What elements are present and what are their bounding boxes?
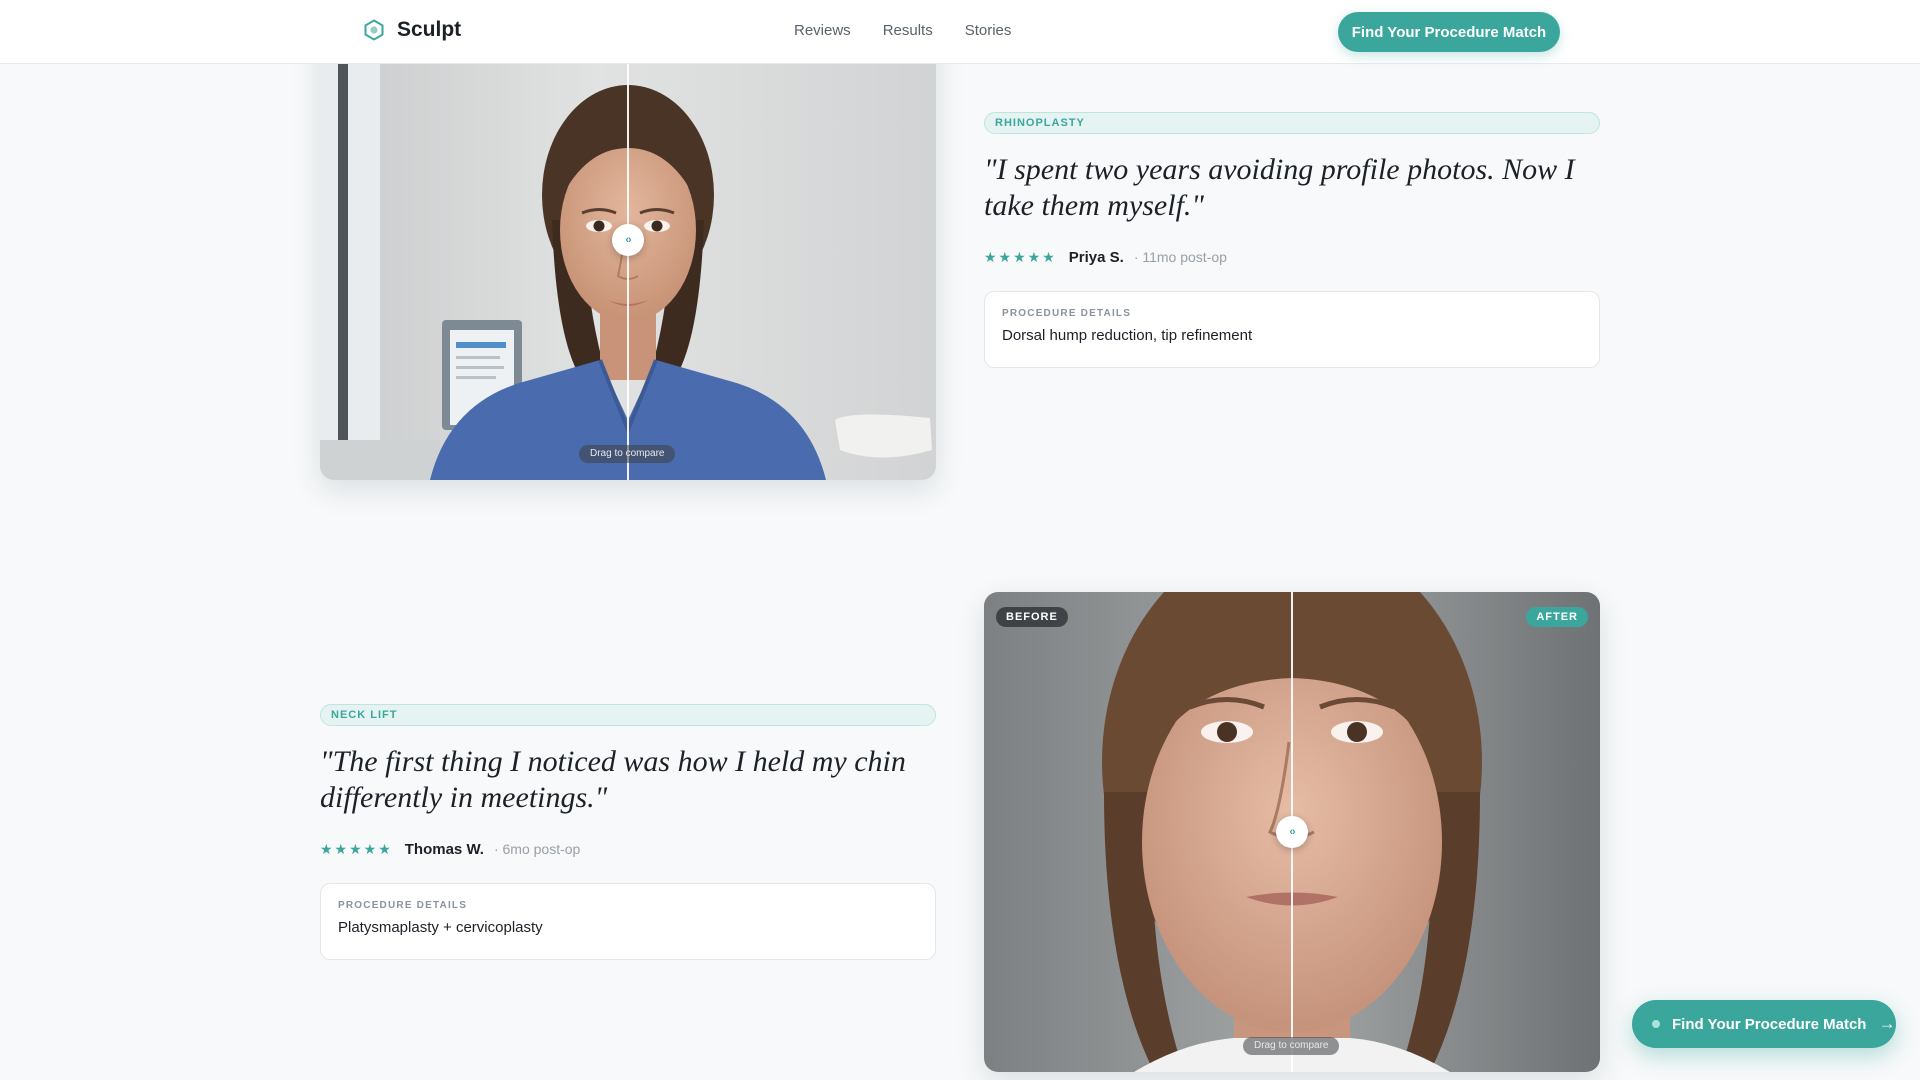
before-after-slider[interactable]: ‹› Drag to compare [320,20,936,480]
testimonial-quote: "I spent two years avoiding profile phot… [984,153,1575,222]
author-name: Priya S. [1068,248,1124,266]
nav-link-results[interactable]: Results [883,22,933,39]
floating-cta-button[interactable]: Find Your Procedure Match → [1632,1000,1896,1048]
before-label: BEFORE [996,607,1068,627]
drag-to-compare-hint: Drag to compare [1243,1037,1340,1055]
testimonial-quote: "The first thing I noticed was how I hel… [320,745,906,814]
before-after-slider[interactable]: BEFORE AFTER ‹› Drag to compare [984,592,1600,1072]
procedure-details-value: Dorsal hump reduction, tip refinement [1002,327,1253,344]
nav-link-reviews[interactable]: Reviews [794,22,851,39]
arrow-right-icon: → [1878,1014,1896,1033]
brand-logo[interactable]: Sculpt [363,18,461,42]
author-name: Thomas W. [404,840,484,858]
procedure-details-card: PROCEDURE DETAILS Platysmaplasty + cervi… [320,883,936,960]
procedure-tag: NECK LIFT [320,704,936,726]
main-nav: Reviews Results Stories [794,22,1011,39]
brand-name: Sculpt [397,18,462,41]
star-rating: ★★★★★ [984,248,1057,265]
site-header: Sculpt Reviews Results Stories Find Your… [0,0,1920,64]
procedure-tag: RHINOPLASTY [984,112,1600,134]
procedure-details-card: PROCEDURE DETAILS Dorsal hump reduction,… [984,291,1600,368]
procedure-details-value: Platysmaplasty + cervicoplasty [338,919,543,936]
post-op-duration: · 6mo post-op [493,841,581,857]
procedure-details-label: PROCEDURE DETAILS [1002,308,1132,319]
drag-to-compare-hint: Drag to compare [579,445,676,463]
post-op-duration: · 11mo post-op [1133,249,1227,265]
testimonial-meta: ★★★★★ Thomas W. · 6mo post-op [320,839,580,859]
after-label: AFTER [1526,607,1588,627]
nav-link-stories[interactable]: Stories [965,22,1012,39]
floating-cta-label: Find Your Procedure Match [1672,1015,1867,1033]
compare-handle[interactable]: ‹› [612,224,644,256]
compare-handle[interactable]: ‹› [1276,816,1308,848]
procedure-details-label: PROCEDURE DETAILS [338,900,468,911]
logo-icon [364,19,384,41]
testimonial-meta: ★★★★★ Priya S. · 11mo post-op [984,247,1227,267]
status-dot [1652,1020,1660,1028]
find-procedure-match-button[interactable]: Find Your Procedure Match [1338,12,1560,52]
star-rating: ★★★★★ [320,840,393,857]
